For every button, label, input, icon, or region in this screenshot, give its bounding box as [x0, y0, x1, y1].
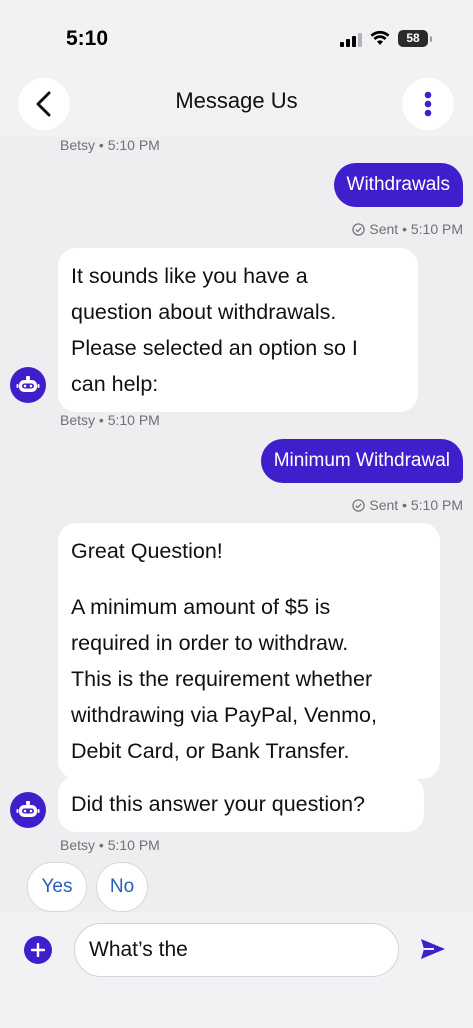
bot-message-line: This is the requirement whether	[71, 667, 373, 691]
user-message-bubble: Withdrawals	[333, 163, 463, 207]
bot-message-line: question about withdrawals.	[71, 300, 337, 324]
bot-message-line: required in order to withdraw.	[71, 631, 349, 655]
bot-message-line: A minimum amount of $5 is	[71, 595, 331, 619]
bot-message-line: can help:	[71, 372, 159, 396]
plus-icon	[31, 943, 45, 957]
more-vertical-icon	[424, 91, 432, 117]
add-attachment-button[interactable]	[24, 936, 52, 964]
bot-message-line: withdrawing via PayPal, Venmo,	[71, 703, 377, 727]
status-bar: 5:10 58	[0, 0, 473, 75]
message-status-text: Sent • 5:10 PM	[369, 221, 463, 237]
bot-message-bubble: It sounds like you have a question about…	[58, 248, 418, 412]
bot-message-line: Debit Card, or Bank Transfer.	[71, 739, 350, 763]
quick-reply-yes-button[interactable]: Yes	[27, 862, 87, 912]
wifi-icon	[370, 30, 390, 45]
robot-icon	[16, 801, 40, 817]
bot-message-bubble: Great Question! A minimum amount of $5 i…	[58, 523, 440, 779]
bot-avatar	[10, 792, 46, 828]
bot-message-line: Please selected an option so I	[71, 336, 358, 360]
message-composer: What’s the	[0, 912, 473, 1028]
message-meta: Betsy • 5:10 PM	[60, 412, 160, 428]
message-status: Sent • 5:10 PM	[352, 221, 463, 237]
bot-message-line: It sounds like you have a	[71, 264, 308, 288]
send-icon	[421, 939, 445, 959]
message-meta: Betsy • 5:10 PM	[60, 837, 160, 853]
bot-message-bubble: Did this answer your question?	[58, 776, 424, 832]
bot-message-heading: Great Question!	[71, 539, 223, 563]
robot-icon	[16, 376, 40, 392]
message-input[interactable]: What’s the	[74, 923, 399, 977]
message-status-text: Sent • 5:10 PM	[369, 497, 463, 513]
status-time: 5:10	[66, 27, 109, 50]
message-meta: Betsy • 5:10 PM	[60, 137, 160, 153]
more-options-button[interactable]	[402, 78, 454, 130]
bot-avatar	[10, 367, 46, 403]
chat-thread[interactable]: Betsy • 5:10 PM Withdrawals Sent • 5:10 …	[0, 137, 473, 912]
message-status: Sent • 5:10 PM	[352, 497, 463, 513]
check-circle-icon	[352, 223, 366, 236]
header: Message Us	[0, 75, 473, 137]
check-circle-icon	[352, 499, 366, 512]
battery-icon: 58	[398, 30, 432, 47]
quick-reply-no-button[interactable]: No	[96, 862, 148, 912]
user-message-bubble: Minimum Withdrawal	[260, 439, 463, 483]
send-button[interactable]	[420, 938, 446, 965]
signal-icon	[340, 33, 362, 47]
